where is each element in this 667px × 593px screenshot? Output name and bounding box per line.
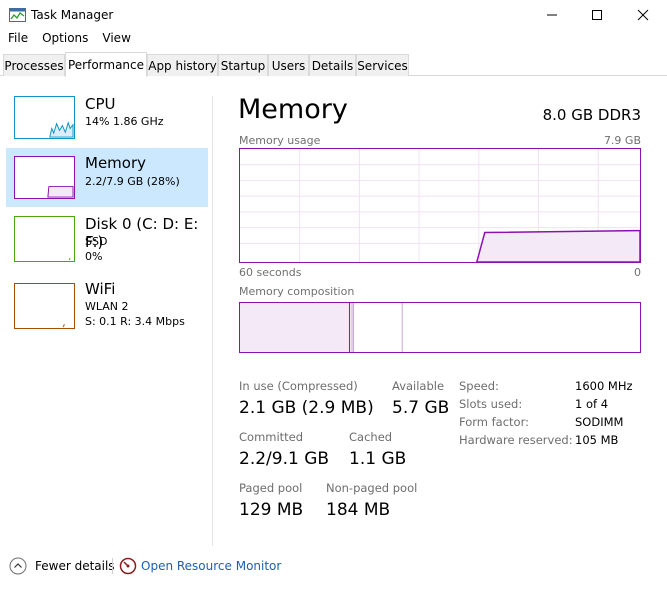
disk-thumbnail-graph <box>14 216 75 262</box>
speed-label: Speed: <box>459 379 499 393</box>
resource-title: WiFi <box>85 280 116 298</box>
resource-detail: SSD <box>85 235 108 248</box>
committed-label: Committed <box>239 430 304 444</box>
resource-detail-secondary: S: 0.1 R: 3.4 Mbps <box>85 315 185 328</box>
menu-bar: File Options View <box>0 31 137 49</box>
time-axis-right: 0 <box>634 266 641 279</box>
resource-item-cpu[interactable]: CPU 14% 1.86 GHz <box>6 90 208 148</box>
composition-in-use <box>240 303 350 352</box>
chevron-up-circle-icon[interactable] <box>9 557 27 575</box>
close-button[interactable] <box>620 0 666 30</box>
resource-detail: 14% 1.86 GHz <box>85 115 164 128</box>
footer-bar: Fewer details Open Resource Monitor <box>0 553 667 581</box>
tab-startup[interactable]: Startup <box>218 54 268 76</box>
open-resource-monitor-link[interactable]: Open Resource Monitor <box>141 559 281 573</box>
tab-performance[interactable]: Performance <box>65 52 147 77</box>
memory-spec: 8.0 GB DDR3 <box>542 106 641 124</box>
task-manager-icon <box>9 8 26 22</box>
nonpaged-pool-label: Non-paged pool <box>326 481 418 495</box>
sidebar-divider <box>212 96 213 546</box>
menu-view[interactable]: View <box>94 31 136 49</box>
committed-value: 2.2/9.1 GB <box>239 449 330 469</box>
menu-file[interactable]: File <box>0 31 34 49</box>
tab-users[interactable]: Users <box>268 54 309 76</box>
performance-content: CPU 14% 1.86 GHz Memory 2.2/7.9 GB (28%)… <box>0 76 667 546</box>
cpu-thumbnail-graph <box>14 96 75 139</box>
resource-monitor-icon <box>119 557 137 575</box>
in-use-value: 2.1 GB (2.9 MB) <box>239 398 374 418</box>
memory-usage-graph <box>239 148 641 263</box>
resource-detail: 2.2/7.9 GB (28%) <box>85 175 180 188</box>
maximize-button[interactable] <box>574 0 620 30</box>
title-bar: Task Manager <box>0 0 667 30</box>
speed-value: 1600 MHz <box>575 379 633 393</box>
minimize-button[interactable] <box>529 0 575 30</box>
menu-options[interactable]: Options <box>34 31 94 49</box>
resource-list: CPU 14% 1.86 GHz Memory 2.2/7.9 GB (28%)… <box>0 76 212 546</box>
wifi-thumbnail-graph <box>14 283 75 329</box>
resource-detail-secondary: 0% <box>85 250 103 263</box>
form-factor-value: SODIMM <box>575 415 624 429</box>
tab-services[interactable]: Services <box>356 54 409 76</box>
footer-separator <box>112 558 113 574</box>
memory-composition-bar <box>239 302 641 353</box>
tab-bar: Processes Performance App history Startu… <box>0 52 667 77</box>
form-factor-label: Form factor: <box>459 415 529 429</box>
nonpaged-pool-value: 184 MB <box>326 500 391 520</box>
slots-used-value: 1 of 4 <box>575 397 609 411</box>
resource-title: CPU <box>85 95 116 113</box>
window-title: Task Manager <box>31 8 114 22</box>
resource-title: Memory <box>85 154 147 172</box>
cached-value: 1.1 GB <box>349 449 407 469</box>
memory-thumbnail-graph <box>14 156 75 199</box>
maximize-icon <box>592 10 602 20</box>
in-use-label: In use (Compressed) <box>239 379 358 393</box>
composition-chart-label: Memory composition <box>239 285 355 298</box>
page-title: Memory <box>238 94 348 125</box>
cached-label: Cached <box>349 430 393 444</box>
paged-pool-label: Paged pool <box>239 481 303 495</box>
time-axis-left: 60 seconds <box>239 266 302 279</box>
memory-panel: Memory 8.0 GB DDR3 Memory usage 7.9 GB 6… <box>238 76 643 546</box>
memory-usage-area <box>476 229 640 262</box>
fewer-details-button[interactable]: Fewer details <box>35 559 115 573</box>
slots-used-label: Slots used: <box>459 397 523 411</box>
usage-chart-max: 7.9 GB <box>603 134 641 147</box>
tab-app-history[interactable]: App history <box>147 54 218 76</box>
resource-item-memory[interactable]: Memory 2.2/7.9 GB (28%) <box>6 148 208 207</box>
resource-item-disk[interactable]: Disk 0 (C: D: E: F:) SSD 0% <box>6 210 208 272</box>
hardware-reserved-value: 105 MB <box>575 433 619 447</box>
resource-detail: WLAN 2 <box>85 300 129 313</box>
tab-processes[interactable]: Processes <box>3 54 65 76</box>
usage-chart-label: Memory usage <box>239 134 321 147</box>
paged-pool-value: 129 MB <box>239 500 304 520</box>
close-icon <box>637 9 649 21</box>
tab-details[interactable]: Details <box>309 54 356 76</box>
minimize-icon <box>547 14 557 16</box>
hardware-reserved-label: Hardware reserved: <box>459 433 573 447</box>
resource-item-wifi[interactable]: WiFi WLAN 2 S: 0.1 R: 3.4 Mbps <box>6 276 208 336</box>
available-value: 5.7 GB <box>392 398 450 418</box>
available-label: Available <box>392 379 445 393</box>
